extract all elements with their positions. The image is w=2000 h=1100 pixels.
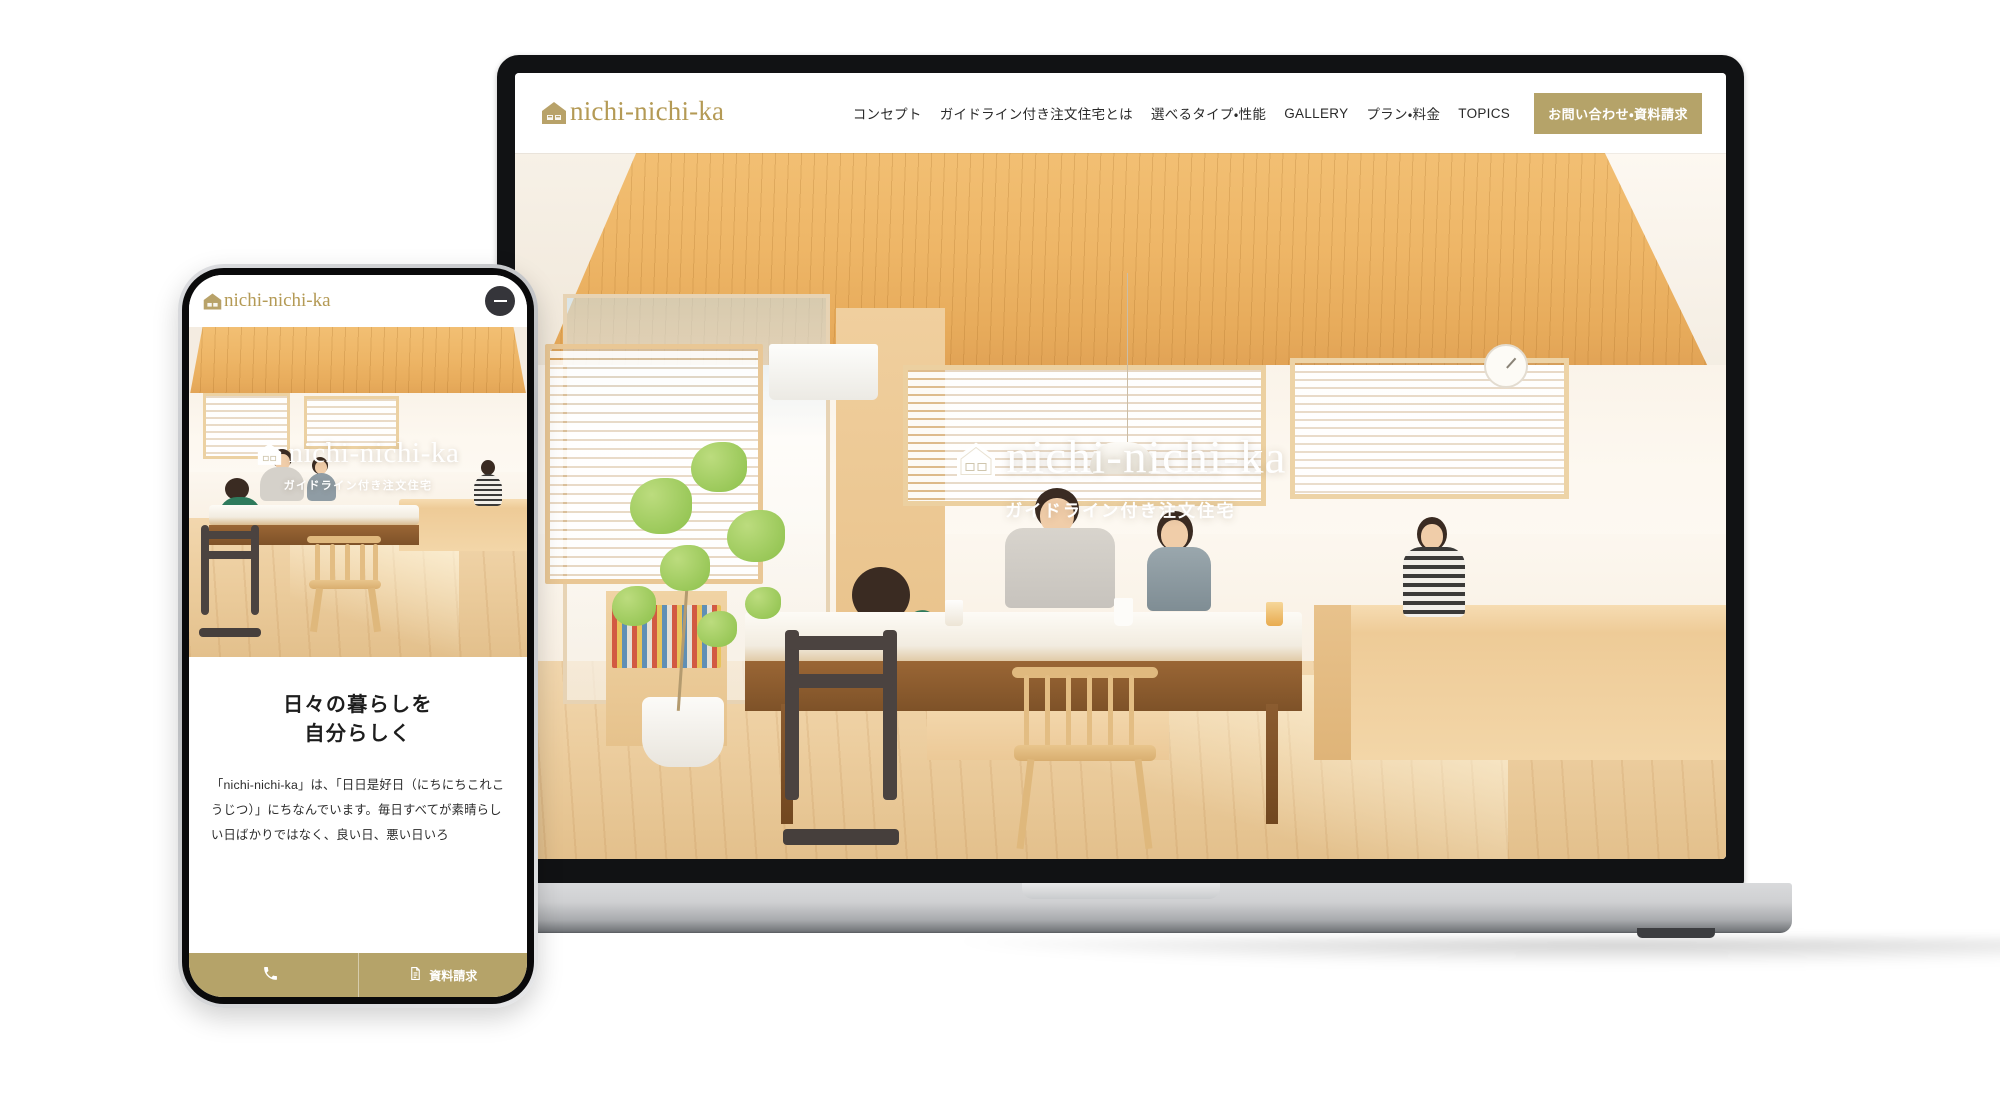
phone-screen: nichi-nichi-ka nichi-nichi-ka ガイドライン付き注文… bbox=[189, 275, 527, 997]
house-icon bbox=[203, 292, 222, 311]
mobile-heading-line2: 自分らしく bbox=[304, 723, 412, 745]
desktop-hero-photo: nichi-nichi-ka ガイドライン付き注文住宅 bbox=[515, 153, 1726, 859]
mobile-site-header: nichi-nichi-ka bbox=[189, 275, 527, 327]
high-chair bbox=[199, 525, 262, 638]
drinking-glass bbox=[944, 600, 963, 627]
call-button[interactable] bbox=[189, 953, 358, 997]
mobile-content-section: 日々の暮らしを 自分らしく 「nichi-nichi-ka」は、「日日是好日（に… bbox=[189, 657, 527, 849]
plant-leaf bbox=[745, 586, 782, 619]
wood-ceiling bbox=[189, 327, 527, 400]
laptop-lid: nichi-nichi-ka コンセプト ガイドライン付き注文住宅とは 選べるタ… bbox=[497, 55, 1744, 885]
paper-cup bbox=[1114, 598, 1134, 627]
document-icon bbox=[408, 966, 423, 984]
mobile-hero-logo-row: nichi-nichi-ka bbox=[256, 436, 460, 471]
nav-item-topics[interactable]: TOPICS bbox=[1458, 106, 1510, 121]
brand-name: nichi-nichi-ka bbox=[570, 96, 725, 126]
mobile-heading: 日々の暮らしを 自分らしく bbox=[211, 691, 505, 749]
mobile-brand-name: nichi-nichi-ka bbox=[224, 289, 331, 311]
laptop-mockup: nichi-nichi-ka コンセプト ガイドライン付き注文住宅とは 選べるタ… bbox=[449, 55, 2000, 965]
laptop-base bbox=[449, 883, 1792, 933]
hero-branding-overlay: nichi-nichi-ka ガイドライン付き注文住宅 bbox=[515, 434, 1726, 521]
mobile-brand-logo[interactable]: nichi-nichi-ka bbox=[203, 291, 331, 312]
laptop-shadow bbox=[957, 939, 2000, 965]
contact-cta-button[interactable]: お問い合わせ・資料請求 bbox=[1534, 92, 1702, 134]
phone-icon bbox=[262, 965, 279, 985]
hero-subtitle: ガイドライン付き注文住宅 bbox=[1005, 501, 1236, 521]
request-documents-button[interactable]: 資料請求 bbox=[357, 953, 527, 997]
air-conditioner bbox=[769, 343, 879, 401]
wall-clock bbox=[1483, 343, 1528, 388]
plant-leaf bbox=[660, 544, 711, 591]
mobile-hero-subtitle: ガイドライン付き注文住宅 bbox=[283, 479, 433, 492]
hero-logo-row: nichi-nichi-ka bbox=[954, 434, 1286, 486]
kitchen-counter bbox=[1314, 604, 1726, 761]
house-icon bbox=[541, 100, 567, 126]
desktop-brand-logo[interactable]: nichi-nichi-ka bbox=[541, 98, 724, 128]
plant-leaf bbox=[611, 586, 656, 627]
mobile-hero-overlay: nichi-nichi-ka ガイドライン付き注文住宅 bbox=[189, 436, 527, 493]
nav-item-guideline[interactable]: ガイドライン付き注文住宅とは bbox=[940, 103, 1133, 123]
desktop-site-header: nichi-nichi-ka コンセプト ガイドライン付き注文住宅とは 選べるタ… bbox=[515, 73, 1726, 153]
phone-mockup: nichi-nichi-ka nichi-nichi-ka ガイドライン付き注文… bbox=[178, 264, 538, 1008]
mobile-hero-photo: nichi-nichi-ka ガイドライン付き注文住宅 bbox=[189, 327, 527, 657]
nav-item-types[interactable]: 選べるタイプ・性能 bbox=[1151, 103, 1266, 123]
plant-pot bbox=[642, 697, 725, 768]
kitchen-counter-side bbox=[1314, 604, 1351, 761]
pendant-cord bbox=[1126, 273, 1128, 450]
high-chair bbox=[781, 629, 901, 845]
nav-item-gallery[interactable]: GALLERY bbox=[1284, 106, 1348, 121]
plant-leaf bbox=[696, 611, 737, 648]
juice-glass bbox=[1265, 602, 1283, 627]
request-documents-label: 資料請求 bbox=[429, 968, 478, 983]
mobile-fixed-bottom-bar: 資料請求 bbox=[189, 953, 527, 997]
table-leg-right bbox=[1265, 703, 1278, 824]
wooden-chair bbox=[307, 535, 382, 634]
house-icon bbox=[954, 438, 998, 482]
hamburger-icon[interactable] bbox=[485, 286, 515, 316]
mobile-paragraph: 「nichi-nichi-ka」は、「日日是好日（にちにちこれこうじつ）」にちな… bbox=[211, 778, 505, 843]
dining-table-top bbox=[209, 505, 419, 525]
person-woman bbox=[1399, 517, 1469, 647]
laptop-foot bbox=[1637, 928, 1715, 938]
mobile-heading-line1: 日々の暮らしを bbox=[283, 694, 433, 716]
person-girl bbox=[1145, 511, 1215, 626]
nav-item-plan-price[interactable]: プラン・料金 bbox=[1366, 103, 1440, 123]
wooden-chair bbox=[1011, 666, 1158, 852]
mobile-hero-title: nichi-nichi-ka bbox=[288, 436, 460, 469]
mockup-stage: nichi-nichi-ka コンセプト ガイドライン付き注文住宅とは 選べるタ… bbox=[0, 0, 2000, 1100]
laptop-screen: nichi-nichi-ka コンセプト ガイドライン付き注文住宅とは 選べるタ… bbox=[515, 73, 1726, 859]
hero-title: nichi-nichi-ka bbox=[1006, 431, 1287, 484]
house-icon bbox=[256, 441, 283, 468]
desktop-nav: コンセプト ガイドライン付き注文住宅とは 選べるタイプ・性能 GALLERY プ… bbox=[853, 92, 1702, 134]
nav-item-concept[interactable]: コンセプト bbox=[853, 103, 922, 123]
